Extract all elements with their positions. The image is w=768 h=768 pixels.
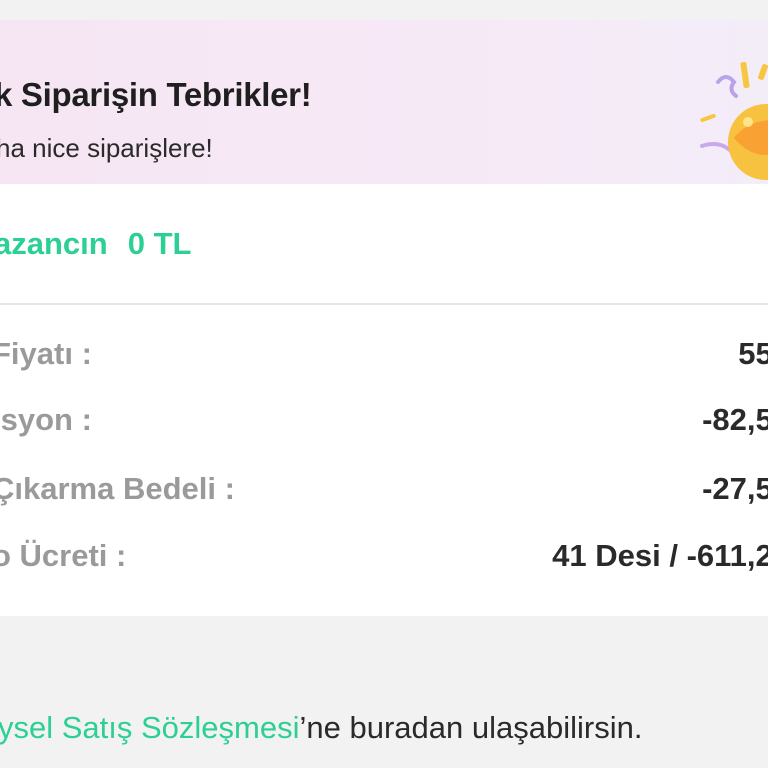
breakdown-label: o Ücreti : bbox=[0, 538, 127, 573]
congrats-banner: k Siparişin Tebrikler! ha nice siparişle… bbox=[0, 20, 768, 184]
breakdown-label: Fiyatı : bbox=[0, 336, 92, 371]
divider bbox=[0, 303, 768, 305]
earnings-amount: 0 TL bbox=[127, 226, 192, 261]
contract-footer: ysel Satış Sözleşmesi’ne buradan ulaşabi… bbox=[0, 710, 642, 746]
party-confetti-icon bbox=[700, 61, 768, 180]
banner-title: k Siparişin Tebrikler! bbox=[0, 76, 312, 113]
breakdown-row-commission: isyon : -82,50 bbox=[0, 402, 768, 442]
breakdown-label: Çıkarma Bedeli : bbox=[0, 471, 235, 506]
breakdown-row-shipping: o Ücreti : 41 Desi / -611,25 bbox=[0, 538, 768, 578]
breakdown-value: -27,50 bbox=[702, 471, 768, 506]
breakdown-value: -82,50 bbox=[702, 402, 768, 437]
breakdown-row-fee: Çıkarma Bedeli : -27,50 bbox=[0, 471, 768, 511]
earnings-row: azancın 0 TL bbox=[0, 226, 191, 262]
breakdown-row-price: Fiyatı : 550 bbox=[0, 336, 768, 376]
breakdown-value: 41 Desi / -611,25 bbox=[552, 538, 768, 573]
breakdown-label: isyon : bbox=[0, 402, 92, 437]
earnings-label: azancın bbox=[0, 226, 108, 261]
breakdown-value: 550 bbox=[738, 336, 768, 371]
footer-suffix: ’ne buradan ulaşabilirsin. bbox=[299, 710, 643, 745]
sales-contract-link[interactable]: ysel Satış Sözleşmesi bbox=[0, 710, 300, 745]
banner-subtitle: ha nice siparişlere! bbox=[0, 133, 213, 163]
